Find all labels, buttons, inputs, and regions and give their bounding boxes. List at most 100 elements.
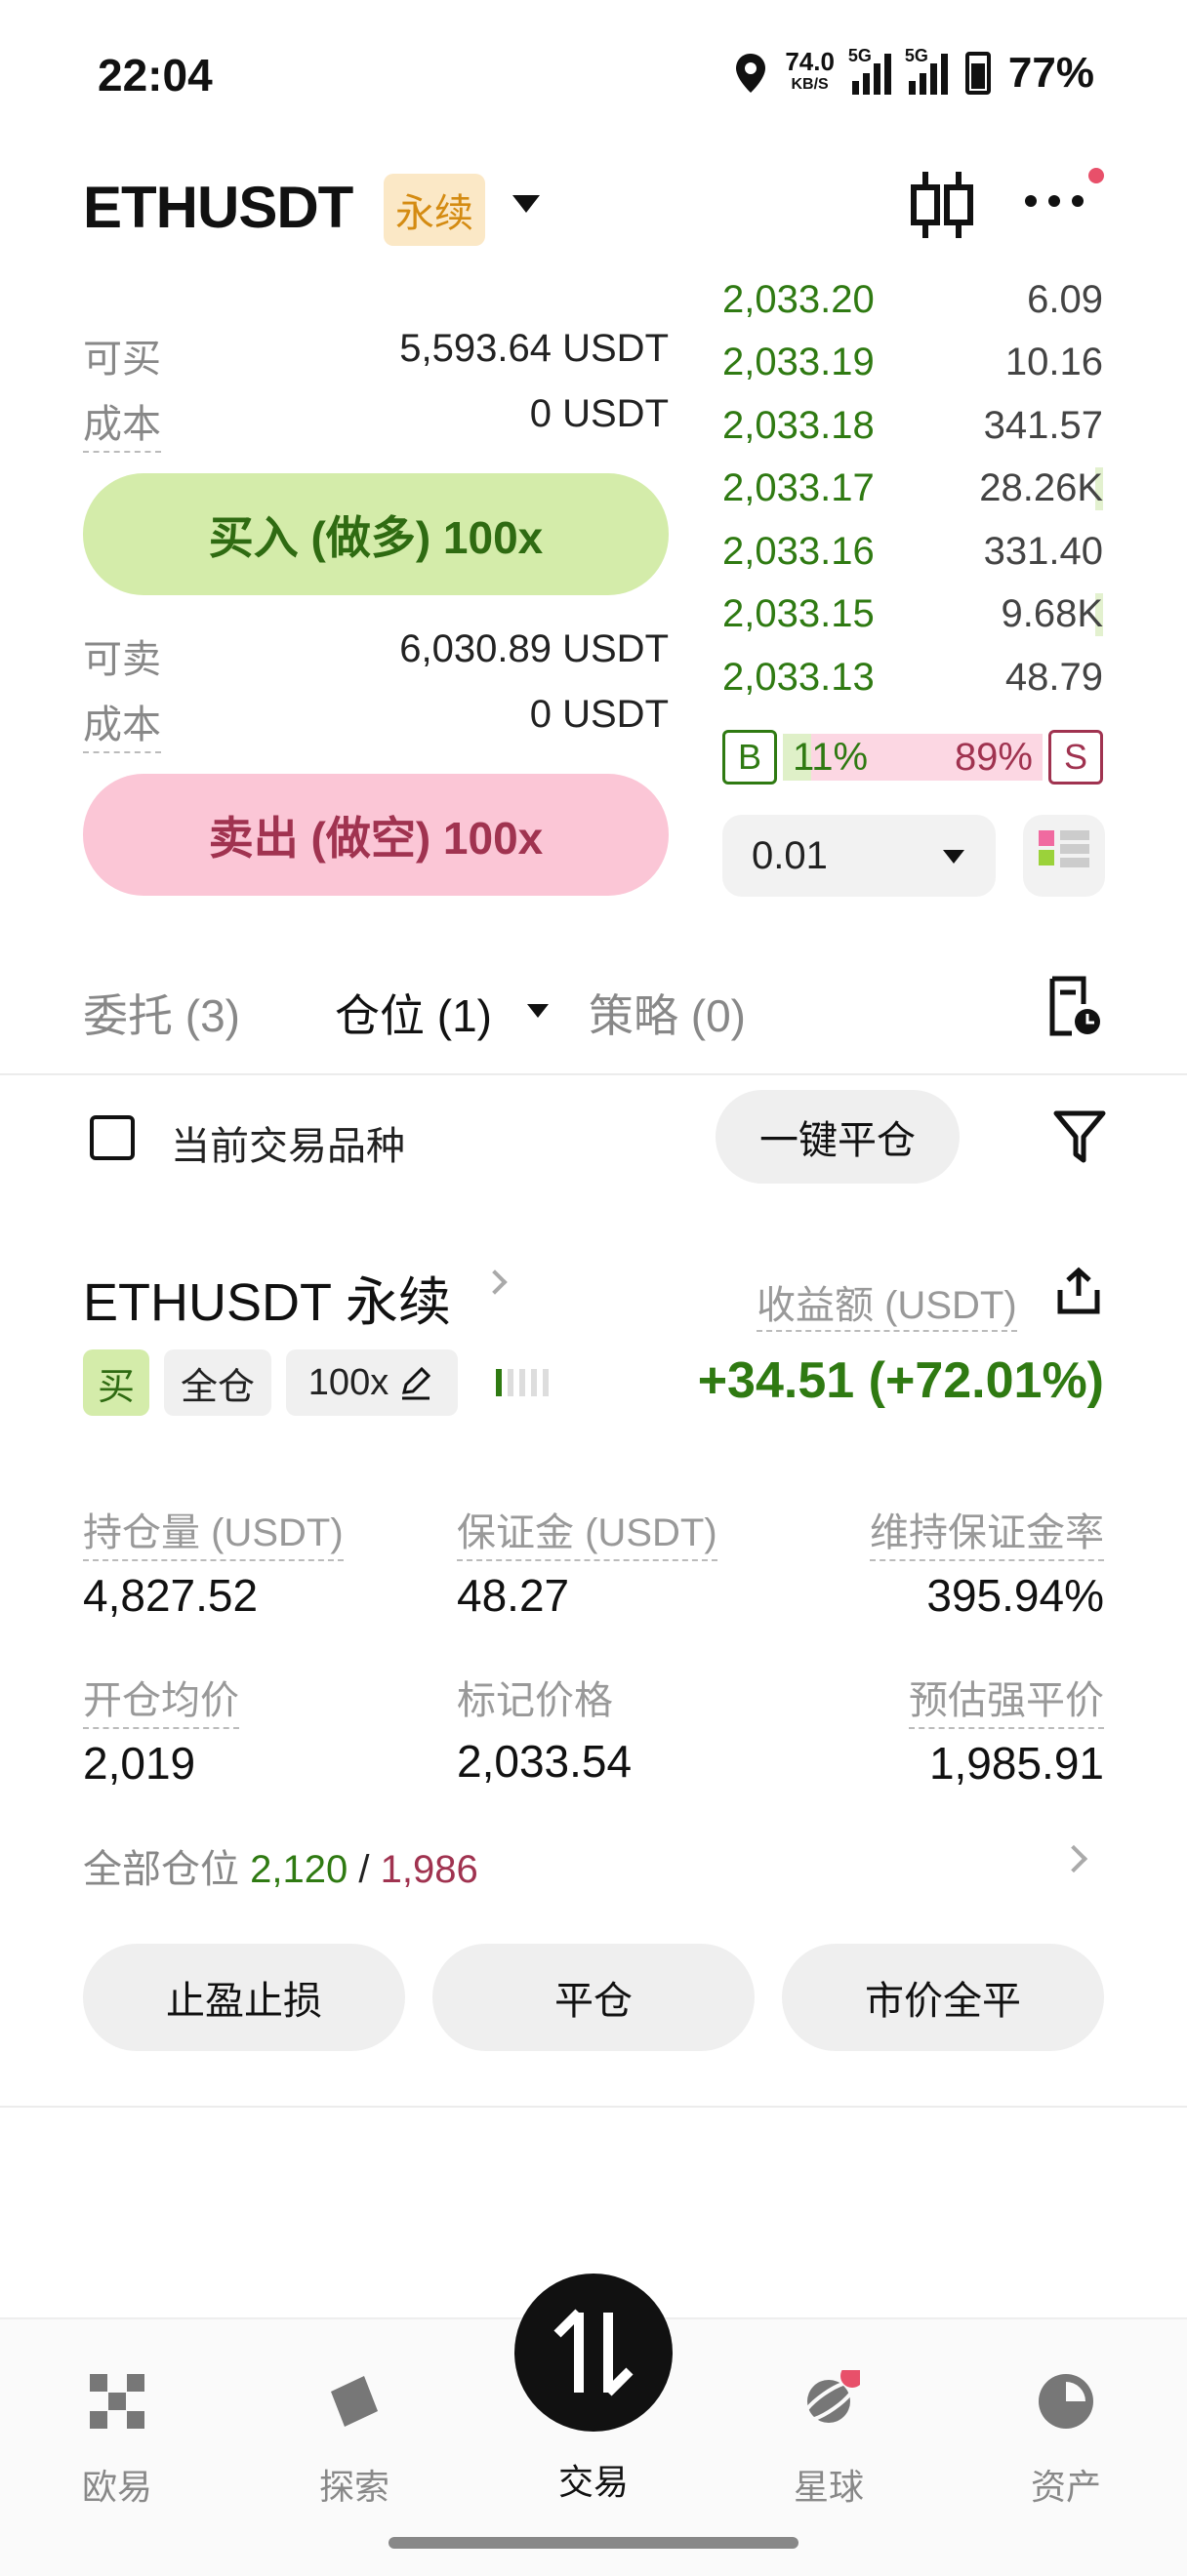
orderbook-row[interactable]: 2,033.18 341.57	[722, 394, 1103, 458]
orderbook-price: 2,033.15	[722, 592, 875, 636]
edit-icon	[402, 1366, 431, 1400]
planet-icon	[800, 2364, 864, 2423]
filter-icon[interactable]	[1052, 1107, 1107, 1166]
stat-value: 395.94%	[926, 1570, 1104, 1621]
buy-cost-row: 成本 0 USDT	[83, 392, 669, 453]
instrument-symbol[interactable]: ETHUSDT	[83, 174, 353, 241]
leverage-risk-bars	[496, 1369, 549, 1396]
buy-available-row: 可买 5,593.64 USDT	[83, 327, 669, 385]
pie-chart-icon	[1039, 2374, 1093, 2429]
positions-dropdown-icon[interactable]	[527, 1004, 549, 1018]
margin-mode-tag: 全仓	[164, 1349, 271, 1416]
buy-sell-ratio-bar: B 11% 89% S	[722, 730, 1103, 786]
risk-bar	[508, 1369, 513, 1396]
close-all-button[interactable]: 一键平仓	[716, 1090, 960, 1184]
chevron-down-icon	[943, 850, 964, 864]
stat-label[interactable]: 开仓均价	[83, 1669, 239, 1729]
sell-short-button[interactable]: 卖出 (做空) 100x	[83, 774, 669, 896]
candlestick-chart-icon[interactable]	[908, 166, 976, 244]
buy-cost-label[interactable]: 成本	[83, 392, 161, 453]
all-positions-label: 全部仓位	[83, 1848, 239, 1891]
current-symbol-checkbox[interactable]	[90, 1115, 135, 1160]
nav-item-trade[interactable]	[514, 2274, 673, 2432]
orderbook-row[interactable]: 2,033.20 6.09	[722, 268, 1103, 332]
instrument-dropdown-icon[interactable]	[512, 195, 540, 213]
share-icon[interactable]	[1054, 1267, 1103, 1315]
orderbook-price: 2,033.16	[722, 529, 875, 573]
sell-available-label: 可卖	[83, 638, 161, 681]
buy-long-button[interactable]: 买入 (做多) 100x	[83, 473, 669, 595]
tab-positions[interactable]: 仓位 (1)	[335, 981, 492, 1045]
stat-label[interactable]: 预估强平价	[909, 1669, 1104, 1729]
sell-available-value: 6,030.89 USDT	[399, 627, 669, 670]
stat-value: 4,827.52	[83, 1570, 259, 1621]
nav-item-planet[interactable]: 星球	[751, 2349, 907, 2510]
sim1-label: 5G	[847, 46, 872, 65]
all-positions-separator: /	[358, 1848, 381, 1891]
orderbook-row[interactable]: 2,033.13 48.79	[722, 646, 1103, 709]
sell-cost-row: 成本 0 USDT	[83, 693, 669, 753]
chevron-right-icon[interactable]	[482, 1269, 508, 1295]
network-speed-value: 74.0	[785, 47, 835, 76]
chevron-right-icon[interactable]	[1059, 1844, 1088, 1873]
orderbook-price: 2,033.13	[722, 655, 875, 699]
tp-sl-button[interactable]: 止盈止损	[83, 1944, 405, 2051]
buy-cost-value: 0 USDT	[529, 392, 669, 435]
orderbook-quantity: 48.79	[1004, 655, 1103, 699]
orderbook-quantity: 6.09	[1027, 277, 1103, 321]
divider	[0, 1073, 1187, 1075]
orderbook-row[interactable]: 2,033.15 9.68K	[722, 584, 1103, 647]
pnl-value: +34.51 (+72.01%)	[697, 1352, 1104, 1409]
more-options-icon[interactable]	[1025, 195, 1084, 207]
nav-item-assets[interactable]: 资产	[988, 2349, 1144, 2510]
stat-entry-price: 开仓均价 2,019	[83, 1669, 239, 1790]
position-title[interactable]: ETHUSDT 永续	[83, 1259, 451, 1336]
nav-item-explore[interactable]: 探索	[276, 2349, 432, 2510]
status-bar: 22:04 74.0 KB/S 5G 5G 77%	[0, 0, 1187, 146]
orderbook-row[interactable]: 2,033.16 331.40	[722, 520, 1103, 584]
tab-orders[interactable]: 委托 (3)	[83, 981, 240, 1045]
orderbook-layout-toggle-icon[interactable]	[1023, 815, 1105, 897]
status-time: 22:04	[98, 50, 213, 101]
order-history-icon[interactable]	[1044, 975, 1103, 1037]
perpetual-badge: 永续	[384, 174, 485, 246]
close-position-button[interactable]: 平仓	[432, 1944, 755, 2051]
stat-value: 2,033.54	[457, 1736, 633, 1787]
market-close-all-button[interactable]: 市价全平	[782, 1944, 1104, 2051]
orderbook-row[interactable]: 2,033.17 28.26K	[722, 458, 1103, 521]
orderbook-price: 2,033.17	[722, 466, 875, 510]
signal-icon-sim1: 5G	[848, 46, 891, 95]
buy-available-value: 5,593.64 USDT	[399, 327, 669, 370]
orderbook-price: 2,033.18	[722, 403, 875, 447]
nav-label: 星球	[793, 2467, 864, 2507]
buy-ratio-text: 11%	[793, 736, 869, 779]
buy-available-label: 可买	[83, 338, 161, 381]
orderbook-quantity: 331.40	[983, 529, 1103, 573]
risk-bar	[496, 1369, 502, 1396]
tab-strategies[interactable]: 策略 (0)	[589, 981, 746, 1045]
current-symbol-label[interactable]: 当前交易品种	[171, 1114, 405, 1171]
risk-bar	[543, 1369, 549, 1396]
battery-icon	[964, 52, 991, 95]
price-step-select[interactable]: 0.01	[722, 815, 996, 897]
side-tag: 买	[83, 1349, 149, 1416]
leverage-tag[interactable]: 100x	[286, 1349, 458, 1416]
nav-label: 资产	[1030, 2467, 1101, 2507]
sell-cost-label[interactable]: 成本	[83, 693, 161, 753]
buy-tag: B	[722, 730, 777, 785]
stat-label[interactable]: 持仓量 (USDT)	[83, 1501, 344, 1561]
positions-tabs: 委托 (3) 仓位 (1) 策略 (0)	[83, 976, 1108, 1049]
stat-label[interactable]: 维持保证金率	[870, 1501, 1104, 1561]
sell-available-row: 可卖 6,030.89 USDT	[83, 627, 669, 686]
orderbook-row[interactable]: 2,033.19 10.16	[722, 332, 1103, 395]
sell-ratio-text: 89%	[954, 736, 1033, 779]
nav-item-okx[interactable]: 欧易	[39, 2349, 195, 2510]
pnl-label[interactable]: 收益额 (USDT)	[757, 1273, 1017, 1332]
notification-dot	[1088, 168, 1104, 183]
all-positions-summary[interactable]: 全部仓位 2,120 / 1,986	[83, 1837, 478, 1894]
compass-icon	[331, 2376, 378, 2427]
stat-label[interactable]: 保证金 (USDT)	[457, 1501, 717, 1561]
network-speed: 74.0 KB/S	[785, 47, 835, 97]
home-indicator[interactable]	[389, 2537, 798, 2549]
all-positions-long: 2,120	[250, 1848, 348, 1891]
